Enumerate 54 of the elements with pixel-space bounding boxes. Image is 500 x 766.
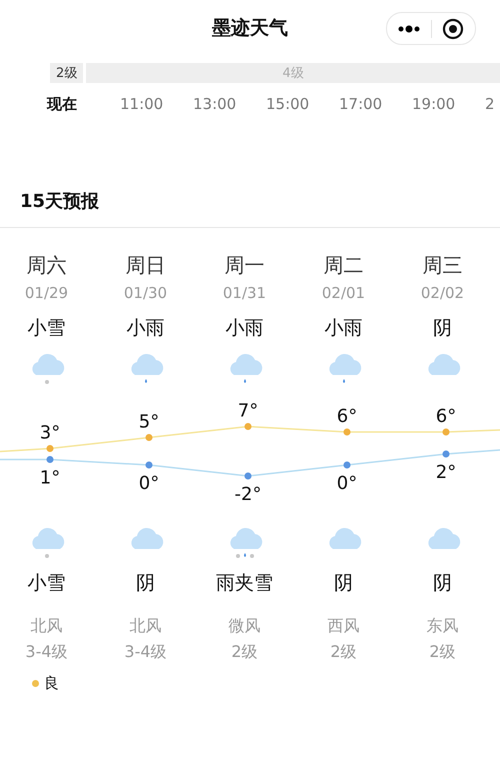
day-weather-label: 阴: [433, 316, 452, 341]
date-label: 01/31: [222, 284, 266, 304]
temperature-label: -2°: [234, 484, 262, 505]
app-title: 墨迹天气: [212, 16, 288, 40]
temperature-label: 0°: [336, 473, 358, 494]
day-weather-label: 小雨: [226, 316, 264, 341]
temperature-label: 0°: [138, 473, 160, 494]
weekday-label: 周一: [224, 252, 264, 278]
hour-label[interactable]: 13:00: [193, 95, 266, 113]
wind-direction-label: 微风: [228, 616, 260, 637]
weekday-label: 周六: [26, 252, 66, 278]
weekday-label: 周日: [126, 252, 166, 278]
hour-label[interactable]: 11:00: [120, 95, 193, 113]
temperature-label: 6°: [336, 406, 358, 427]
wind-level-label: 2级: [429, 642, 456, 663]
more-icon: [398, 24, 420, 32]
night-weather-label: 阴: [334, 571, 353, 596]
temperature-label: 2°: [436, 462, 456, 483]
night-weather-label: 阴: [433, 571, 452, 596]
wind-level-bar: 2级: [50, 63, 84, 83]
day-weather-label: 小雨: [126, 316, 164, 341]
wind-direction-label: 北风: [130, 616, 162, 637]
section-title: 15天预报: [20, 190, 100, 214]
wind-direction-label: 西风: [328, 616, 360, 637]
hour-label[interactable]: 17:00: [339, 95, 412, 113]
day-weather-label: 小雨: [324, 316, 362, 341]
wind-direction-label: 东风: [426, 616, 458, 637]
wind-level-label: 3-4级: [124, 642, 167, 663]
wind-level-label: 2级: [231, 642, 258, 663]
night-weather-label: 阴: [136, 571, 155, 596]
wind-direction-label: 北风: [30, 616, 62, 637]
air-quality-label: 良: [44, 674, 59, 693]
wind-level-label: 2级: [330, 642, 357, 663]
hour-label[interactable]: 2: [485, 95, 500, 113]
hour-label[interactable]: 15:00: [266, 95, 339, 113]
wind-level-bar: 4级: [86, 63, 500, 83]
night-weather-label: 雨夹雪: [216, 571, 273, 596]
weekday-label: 周三: [422, 252, 462, 278]
temperature-label: 7°: [238, 400, 258, 422]
temperature-label: 5°: [138, 412, 160, 432]
hour-label[interactable]: 19:00: [412, 95, 485, 113]
hour-label[interactable]: 现在: [47, 94, 120, 114]
temperature-label: 6°: [436, 406, 456, 427]
temperature-label: 1°: [40, 468, 60, 488]
date-label: 01/29: [24, 284, 68, 304]
date-label: 02/01: [322, 284, 366, 304]
wind-level-label: 3-4级: [25, 642, 68, 663]
day-weather-label: 小雪: [28, 316, 66, 341]
weekday-label: 周二: [324, 252, 364, 278]
target-icon: [442, 18, 464, 40]
temperature-label: 3°: [40, 422, 60, 444]
date-label: 01/30: [124, 284, 168, 304]
night-weather-label: 小雪: [28, 571, 66, 596]
date-label: 02/02: [420, 284, 464, 304]
